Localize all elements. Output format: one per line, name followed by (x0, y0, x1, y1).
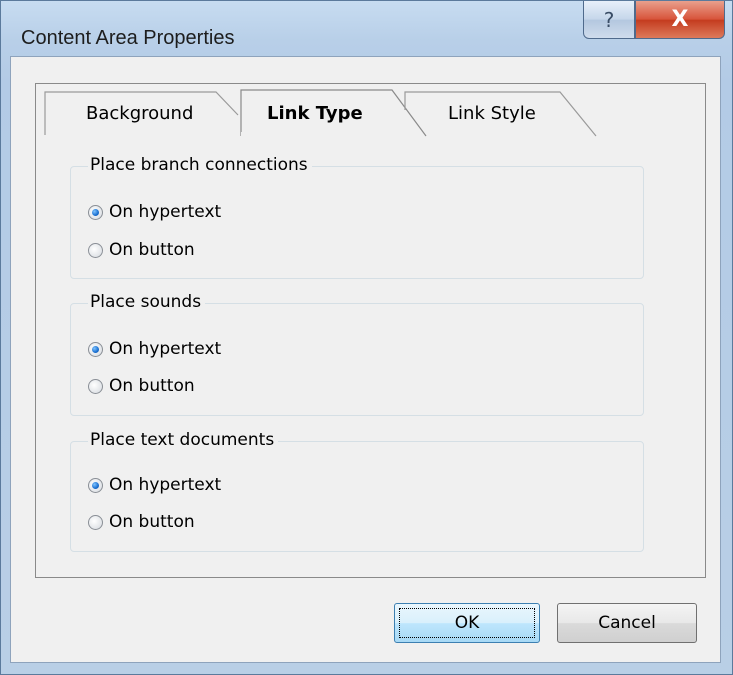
radio-label: On button (109, 240, 195, 260)
radio-branch-on-hypertext[interactable]: On hypertext (88, 200, 221, 224)
radio-checked-icon (88, 204, 103, 220)
radio-label: On button (109, 512, 195, 532)
tab-link-style[interactable]: Link Style (410, 91, 590, 137)
radio-unchecked-icon (88, 242, 103, 258)
radio-docs-on-button[interactable]: On button (88, 510, 195, 534)
group-branch-connections-title: Place branch connections (88, 155, 312, 175)
radio-sounds-on-button[interactable]: On button (88, 374, 195, 398)
radio-checked-icon (88, 341, 103, 357)
tab-link-type-label: Link Type (267, 103, 363, 124)
group-sounds-title: Place sounds (88, 292, 206, 312)
radio-label: On hypertext (109, 202, 222, 222)
radio-label: On hypertext (109, 339, 222, 359)
tab-link-style-label: Link Style (448, 103, 536, 124)
radio-label: On button (109, 376, 195, 396)
radio-label: On hypertext (109, 475, 222, 495)
cancel-button-label: Cancel (598, 613, 656, 633)
radio-checked-icon (88, 477, 103, 493)
radio-unchecked-icon (88, 378, 103, 394)
radio-branch-on-button[interactable]: On button (88, 238, 195, 262)
ok-button[interactable]: OK (394, 603, 540, 643)
focus-rectangle (399, 608, 535, 638)
tab-background[interactable]: Background (45, 91, 235, 137)
tab-background-label: Background (86, 103, 194, 124)
radio-sounds-on-hypertext[interactable]: On hypertext (88, 337, 221, 361)
radio-unchecked-icon (88, 514, 103, 530)
tab-link-type[interactable]: Link Type (241, 91, 401, 137)
cancel-button[interactable]: Cancel (557, 603, 697, 643)
group-text-documents-title: Place text documents (88, 430, 279, 450)
radio-docs-on-hypertext[interactable]: On hypertext (88, 473, 221, 497)
